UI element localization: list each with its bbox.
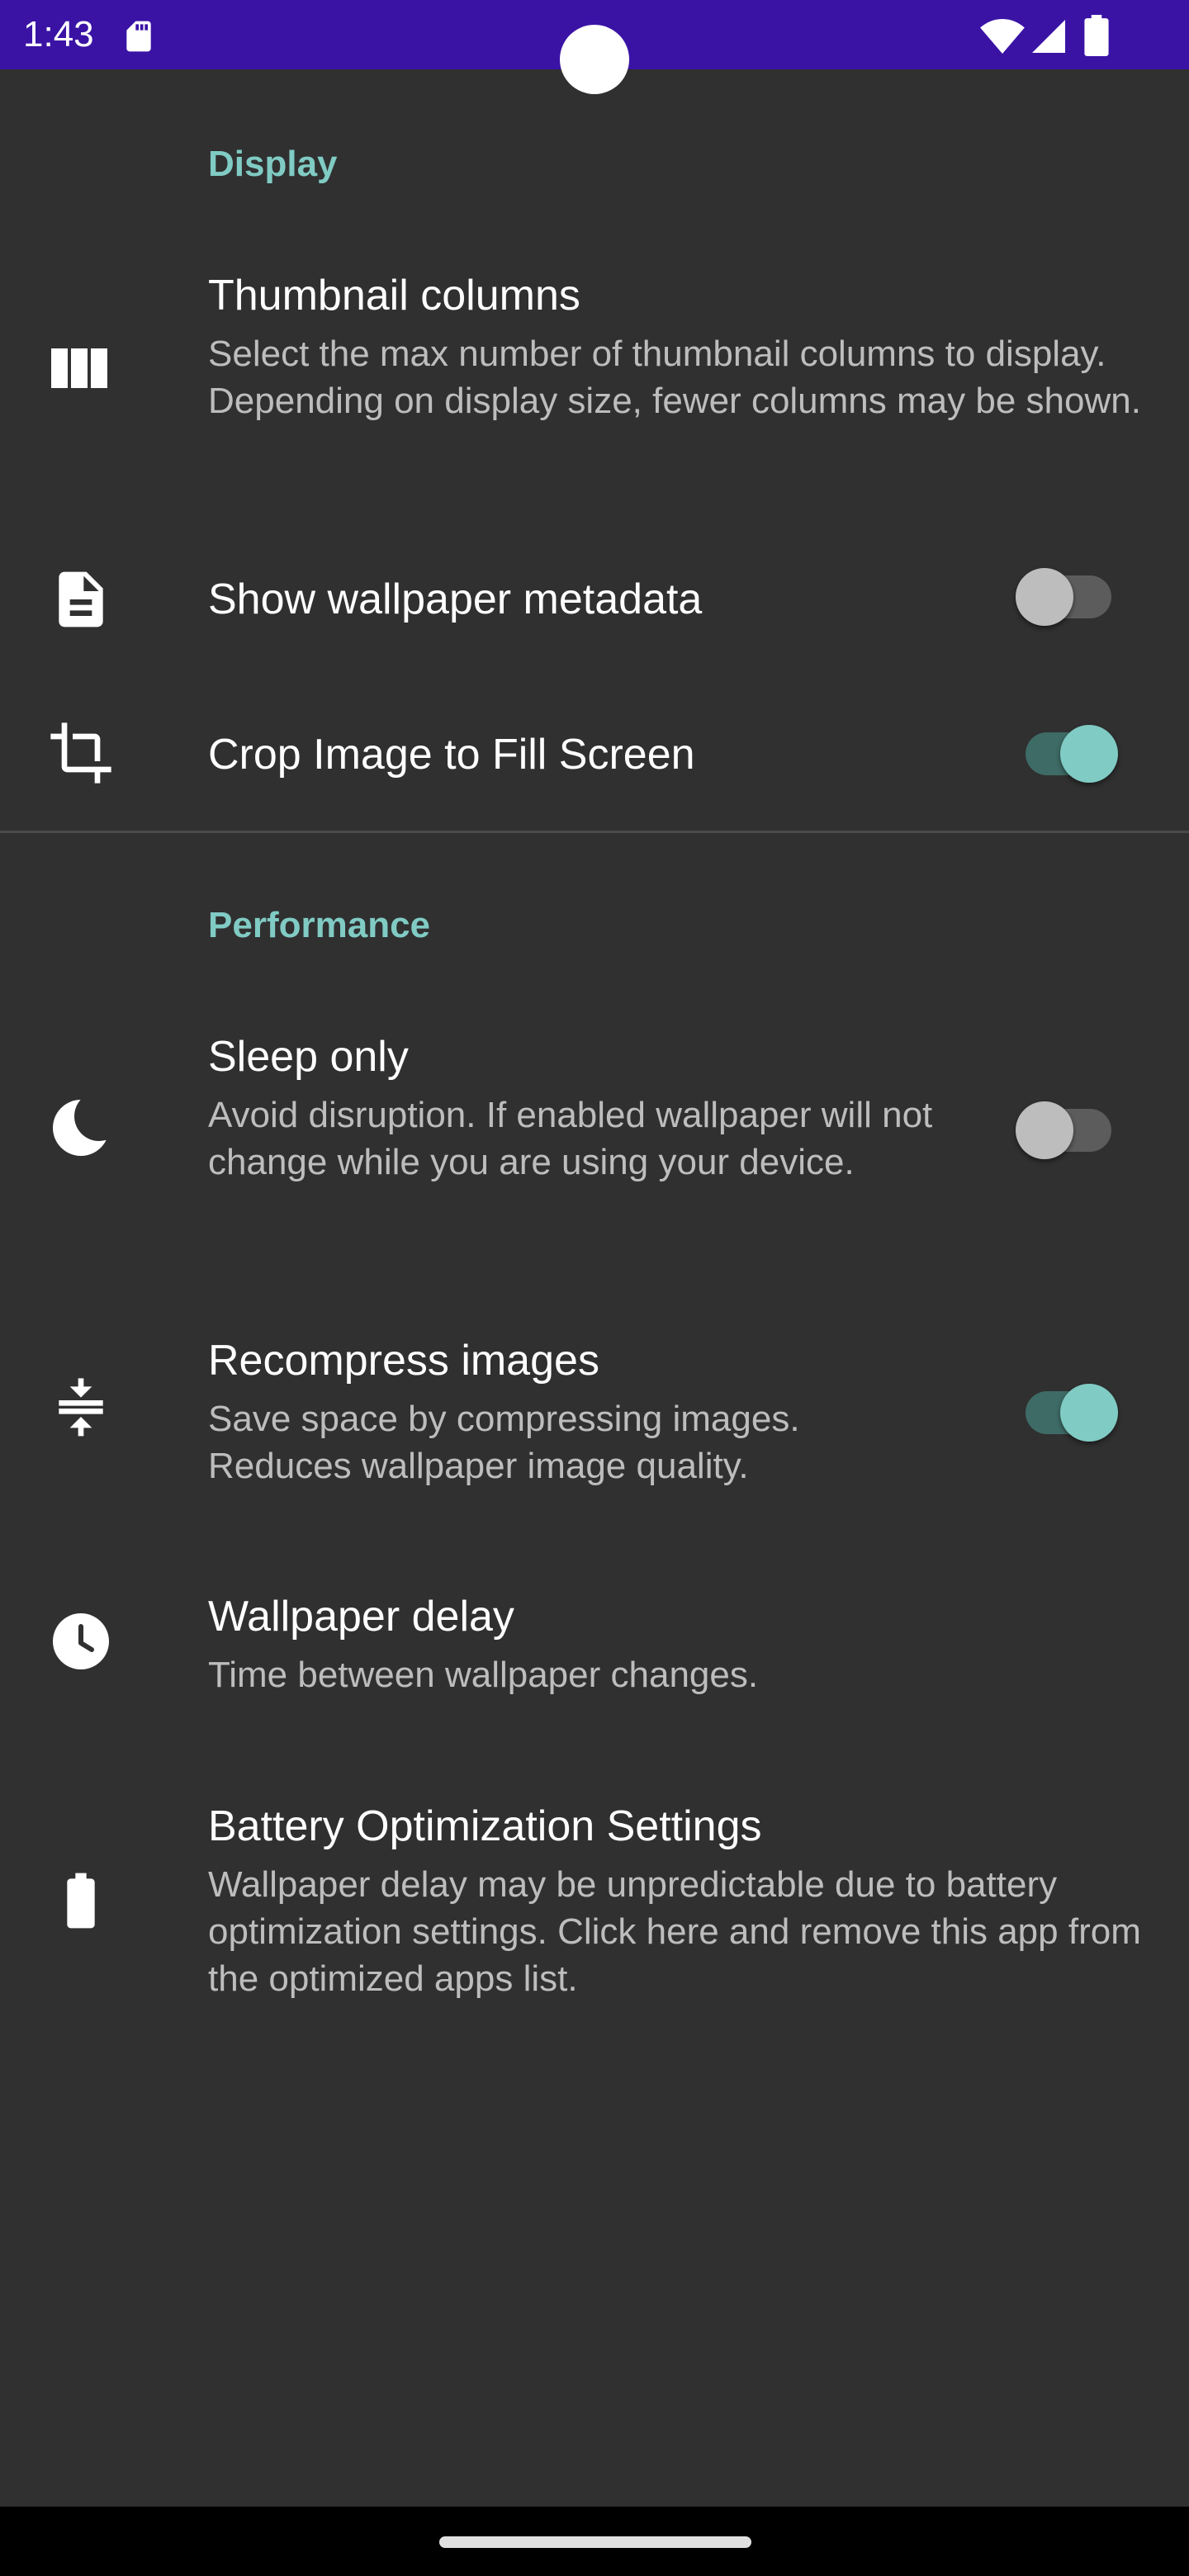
battery-icon [67,1873,95,1929]
compress-icon [59,1378,103,1437]
switch-thumb [1016,568,1073,626]
recompress-switch[interactable] [1019,1374,1118,1442]
moon-icon [53,1095,114,1156]
section-header-performance: Performance [208,905,431,945]
pref-summary: Time between wallpaper changes. [208,1655,759,1695]
status-time: 1:43 [23,14,94,54]
pref-summary: Wallpaper delay may be unpredictable due… [208,1864,1141,1999]
battery-icon [1084,15,1109,56]
pref-title: Wallpaper delay [208,1593,514,1641]
sleep-only-switch[interactable] [1016,1091,1118,1159]
description-icon [59,571,103,627]
sd-card-icon [126,21,151,52]
pref-title: Thumbnail columns [208,272,580,320]
pref-title: Show wallpaper metadata [208,575,703,623]
section-header-display: Display [208,144,338,184]
pref-title: Battery Optimization Settings [208,1802,762,1850]
pref-summary: Avoid disruption. If enabled wallpaper w… [208,1095,933,1182]
clock-icon [53,1613,109,1669]
switch-thumb [1060,725,1118,783]
status-bar: 1:43 [0,0,1189,94]
pref-title: Crop Image to Fill Screen [208,731,695,779]
crop-icon [50,722,111,784]
switch-thumb [1016,1101,1073,1159]
signal-icon [1032,20,1065,53]
pref-summary: Select the max number of thumbnail colum… [208,334,1141,421]
view-column-icon [51,348,107,388]
pref-title: Sleep only [208,1033,409,1081]
wifi-icon [980,19,1025,54]
navigation-bar [0,2507,1189,2576]
section-divider [0,831,1189,833]
pref-title: Recompress images [208,1337,599,1385]
crop-image-switch[interactable] [1019,715,1118,783]
pref-summary: Save space by compressing images. Reduce… [208,1399,800,1486]
switch-thumb [1060,1384,1118,1442]
camera-cutout [560,25,629,94]
show-metadata-switch[interactable] [1016,558,1118,626]
home-gesture-handle[interactable] [439,2536,751,2548]
